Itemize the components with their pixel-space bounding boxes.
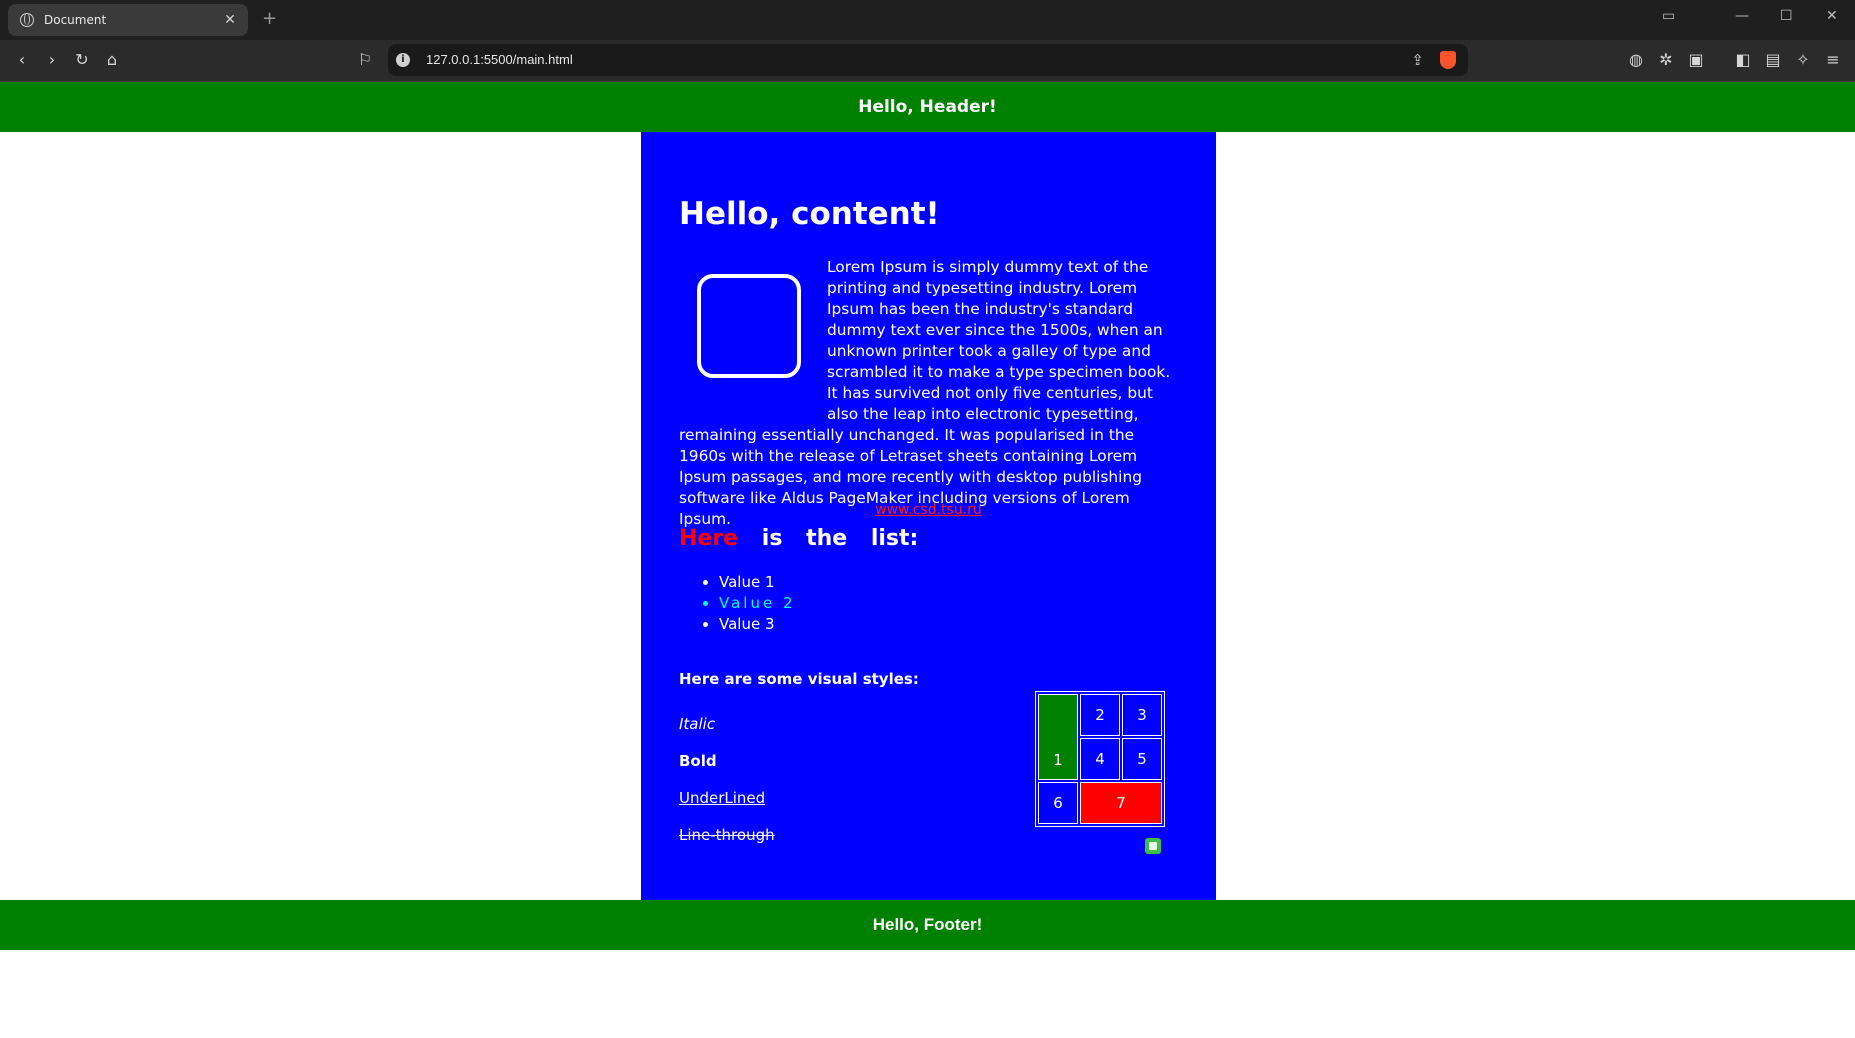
tab-title: Document bbox=[44, 13, 107, 27]
reload-icon[interactable]: ↻ bbox=[72, 50, 92, 70]
site-info-icon[interactable]: i bbox=[396, 53, 410, 67]
bookmark-icon[interactable]: ⚐ bbox=[355, 50, 375, 70]
close-window-icon[interactable]: ✕ bbox=[1826, 8, 1838, 24]
value-list: Value 1 Value 2 Value 3 bbox=[679, 572, 796, 635]
globe-icon bbox=[20, 13, 34, 27]
url-text[interactable]: 127.0.0.1:5500/main.html bbox=[426, 52, 573, 67]
screenshot-icon[interactable]: ▣ bbox=[1686, 50, 1706, 70]
list-item: Value 3 bbox=[719, 614, 796, 635]
extensions-icon[interactable]: ✲ bbox=[1656, 50, 1676, 70]
brave-shields-icon[interactable] bbox=[1440, 51, 1456, 69]
content-title: Hello, content! bbox=[679, 196, 940, 232]
browser-tab[interactable]: Document ✕ bbox=[8, 4, 248, 36]
sidebar-icon[interactable]: ◧ bbox=[1733, 50, 1753, 70]
styles-title: Here are some visual styles: bbox=[679, 670, 919, 688]
table-cell: 5 bbox=[1122, 738, 1162, 780]
menu-icon[interactable]: ≡ bbox=[1823, 50, 1843, 70]
tab-close-icon[interactable]: ✕ bbox=[222, 12, 238, 28]
maximize-icon[interactable]: ☐ bbox=[1780, 8, 1793, 24]
forward-icon[interactable]: › bbox=[42, 50, 62, 70]
wallet-icon[interactable]: ▤ bbox=[1763, 50, 1783, 70]
extension-badge-icon[interactable] bbox=[1145, 838, 1161, 854]
web-page: Hello, Header! Hello, content! Lorem Ips… bbox=[0, 82, 1855, 1038]
address-bar[interactable]: i 127.0.0.1:5500/main.html ⇪ bbox=[388, 44, 1468, 76]
number-table: 1 2 3 4 5 6 7 bbox=[1035, 691, 1165, 827]
back-icon[interactable]: ‹ bbox=[12, 50, 32, 70]
content-panel: Hello, content! Lorem Ipsum is simply du… bbox=[641, 132, 1216, 900]
browser-toolbar: ‹ › ↻ ⌂ ⚐ i 127.0.0.1:5500/main.html ⇪ ◍… bbox=[0, 40, 1855, 82]
table-cell: 1 bbox=[1038, 694, 1078, 780]
csd-link[interactable]: www.csd.tsu.ru bbox=[641, 502, 1216, 518]
page-footer: Hello, Footer! bbox=[0, 900, 1855, 950]
table-cell: 2 bbox=[1080, 694, 1120, 736]
home-icon[interactable]: ⌂ bbox=[102, 50, 122, 70]
new-tab-button[interactable]: + bbox=[262, 9, 277, 29]
share-icon[interactable]: ⇪ bbox=[1411, 51, 1424, 69]
list-item: Value 1 bbox=[719, 572, 796, 593]
table-cell: 4 bbox=[1080, 738, 1120, 780]
list-heading: Here is the list: bbox=[679, 526, 918, 551]
minimize-icon[interactable]: — bbox=[1735, 8, 1749, 24]
vpn-icon[interactable]: ◍ bbox=[1626, 50, 1646, 70]
table-cell: 7 bbox=[1080, 782, 1162, 824]
table-cell: 6 bbox=[1038, 782, 1078, 824]
list-heading-highlight: Here bbox=[679, 526, 739, 551]
strikethrough-text: Line-through bbox=[679, 826, 775, 844]
italic-text: Italic bbox=[679, 715, 716, 733]
list-item: Value 2 bbox=[719, 593, 796, 614]
lorem-paragraph: Lorem Ipsum is simply dummy text of the … bbox=[679, 257, 1183, 530]
tab-strip: Document ✕ + ▭ — ☐ ✕ bbox=[0, 0, 1855, 40]
tab-search-icon[interactable]: ▭ bbox=[1662, 8, 1675, 24]
bold-text: Bold bbox=[679, 752, 717, 770]
leo-ai-icon[interactable]: ✧ bbox=[1793, 50, 1813, 70]
underlined-text: UnderLined bbox=[679, 789, 766, 807]
table-cell: 3 bbox=[1122, 694, 1162, 736]
page-header: Hello, Header! bbox=[0, 82, 1855, 132]
list-heading-rest: is the list: bbox=[761, 526, 919, 551]
